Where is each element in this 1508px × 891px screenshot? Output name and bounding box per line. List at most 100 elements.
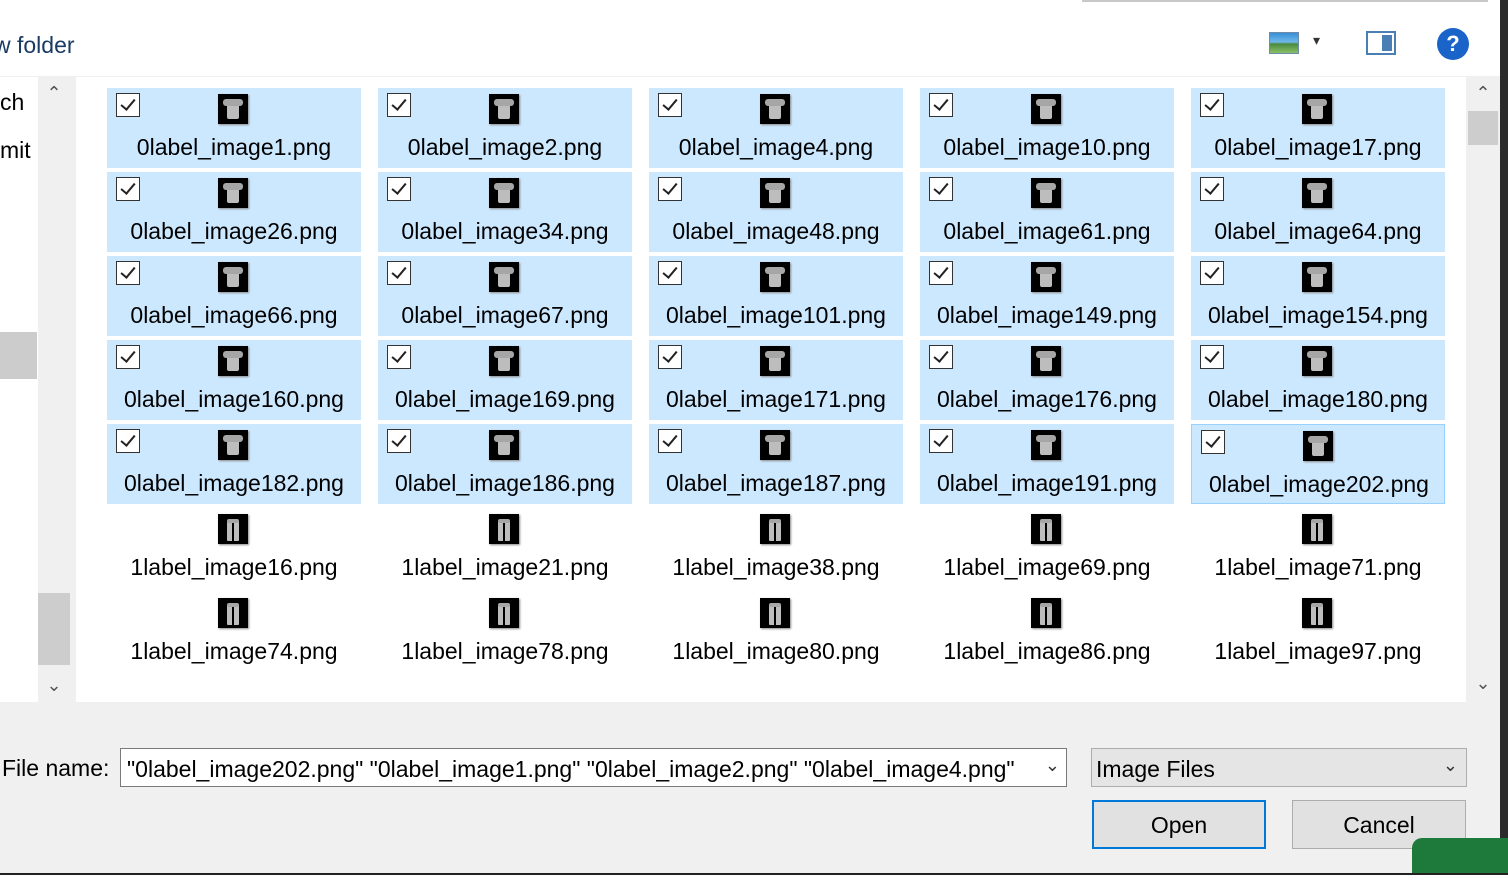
file-item[interactable]: 0label_image186.png xyxy=(378,424,632,504)
chevron-down-icon[interactable]: ⌄ xyxy=(1443,755,1458,776)
nav-scroll-thumb[interactable] xyxy=(38,593,70,665)
scroll-up-icon[interactable]: ⌃ xyxy=(38,83,70,104)
checkbox-icon[interactable] xyxy=(116,345,140,369)
checkbox-icon[interactable] xyxy=(658,261,682,285)
file-item[interactable]: 0label_image64.png xyxy=(1191,172,1445,252)
filename-value[interactable]: "0label_image202.png" "0label_image1.png… xyxy=(127,756,1027,783)
checkbox-icon[interactable] xyxy=(116,93,140,117)
checkbox-icon[interactable] xyxy=(387,177,411,201)
chevron-down-icon[interactable]: ⌄ xyxy=(1045,755,1060,776)
file-list-scroll-thumb[interactable] xyxy=(1468,111,1498,145)
file-item[interactable]: 0label_image169.png xyxy=(378,340,632,420)
file-item[interactable]: 0label_image149.png xyxy=(920,256,1174,336)
file-name: 0label_image187.png xyxy=(666,470,886,496)
checkbox-icon[interactable] xyxy=(1201,430,1225,454)
checkbox-icon[interactable] xyxy=(929,429,953,453)
checkbox-icon[interactable] xyxy=(1200,177,1224,201)
file-item[interactable]: 0label_image48.png xyxy=(649,172,903,252)
checkbox-icon[interactable] xyxy=(658,93,682,117)
file-item[interactable]: 0label_image10.png xyxy=(920,88,1174,168)
file-item[interactable]: 0label_image180.png xyxy=(1191,340,1445,420)
file-item[interactable]: 1label_image86.png xyxy=(920,592,1174,672)
image-thumbnail xyxy=(218,598,248,628)
checkbox-icon[interactable] xyxy=(387,261,411,285)
nav-selected-item[interactable] xyxy=(0,332,37,379)
image-thumbnail xyxy=(1031,178,1061,208)
file-item[interactable]: 0label_image154.png xyxy=(1191,256,1445,336)
file-item[interactable]: 0label_image67.png xyxy=(378,256,632,336)
file-item[interactable]: 0label_image17.png xyxy=(1191,88,1445,168)
image-thumbnail xyxy=(489,430,519,460)
file-item[interactable]: 1label_image16.png xyxy=(107,508,361,588)
scroll-down-icon[interactable]: ⌄ xyxy=(1467,673,1499,694)
image-thumbnail xyxy=(218,514,248,544)
file-item[interactable]: 1label_image78.png xyxy=(378,592,632,672)
checkbox-icon[interactable] xyxy=(1200,93,1224,117)
view-options-icon[interactable] xyxy=(1269,32,1299,54)
file-name: 0label_image61.png xyxy=(943,218,1151,244)
checkbox-icon[interactable] xyxy=(387,345,411,369)
file-item[interactable]: 0label_image182.png xyxy=(107,424,361,504)
file-item[interactable]: 0label_image26.png xyxy=(107,172,361,252)
scroll-up-icon[interactable]: ⌃ xyxy=(1467,83,1499,104)
file-item[interactable]: 0label_image176.png xyxy=(920,340,1174,420)
file-item[interactable]: 0label_image66.png xyxy=(107,256,361,336)
file-item[interactable]: 1label_image38.png xyxy=(649,508,903,588)
file-item[interactable]: 1label_image71.png xyxy=(1191,508,1445,588)
image-thumbnail xyxy=(1302,346,1332,376)
file-item[interactable]: 1label_image80.png xyxy=(649,592,903,672)
checkbox-icon[interactable] xyxy=(658,429,682,453)
file-type-select[interactable]: Image Files ⌄ xyxy=(1091,748,1467,787)
search-box-edge[interactable] xyxy=(1082,0,1488,2)
checkbox-icon[interactable] xyxy=(929,345,953,369)
nav-scrollbar[interactable]: ⌃ ⌄ xyxy=(38,77,70,702)
checkbox-icon[interactable] xyxy=(658,345,682,369)
file-name: 0label_image176.png xyxy=(937,386,1157,412)
file-list-scrollbar[interactable]: ⌃ ⌄ xyxy=(1466,77,1500,702)
file-item[interactable]: 0label_image4.png xyxy=(649,88,903,168)
help-icon[interactable]: ? xyxy=(1437,28,1469,60)
image-thumbnail xyxy=(760,262,790,292)
file-item[interactable]: 1label_image21.png xyxy=(378,508,632,588)
checkbox-icon[interactable] xyxy=(929,177,953,201)
scroll-down-icon[interactable]: ⌄ xyxy=(38,675,70,696)
file-item[interactable]: 0label_image61.png xyxy=(920,172,1174,252)
image-thumbnail xyxy=(218,262,248,292)
filename-input[interactable]: "0label_image202.png" "0label_image1.png… xyxy=(120,748,1067,787)
new-folder-button[interactable]: w folder xyxy=(0,32,75,59)
checkbox-icon[interactable] xyxy=(116,261,140,285)
checkbox-icon[interactable] xyxy=(1200,345,1224,369)
image-thumbnail xyxy=(218,94,248,124)
checkbox-icon[interactable] xyxy=(929,93,953,117)
checkbox-icon[interactable] xyxy=(387,93,411,117)
file-name: 0label_image26.png xyxy=(130,218,338,244)
file-item[interactable]: 0label_image34.png xyxy=(378,172,632,252)
file-item[interactable]: 0label_image171.png xyxy=(649,340,903,420)
file-item[interactable]: 1label_image74.png xyxy=(107,592,361,672)
open-button[interactable]: Open xyxy=(1092,800,1266,849)
preview-pane-icon[interactable] xyxy=(1366,31,1396,55)
file-item[interactable]: 1label_image97.png xyxy=(1191,592,1445,672)
image-thumbnail xyxy=(760,178,790,208)
file-item[interactable]: 0label_image187.png xyxy=(649,424,903,504)
file-item[interactable]: 0label_image1.png xyxy=(107,88,361,168)
checkbox-icon[interactable] xyxy=(658,177,682,201)
checkbox-icon[interactable] xyxy=(116,177,140,201)
checkbox-icon[interactable] xyxy=(1200,261,1224,285)
chevron-down-icon[interactable]: ▾ xyxy=(1313,32,1320,49)
nav-item[interactable]: mit xyxy=(0,137,31,164)
file-item[interactable]: 0label_image101.png xyxy=(649,256,903,336)
file-item[interactable]: 0label_image2.png xyxy=(378,88,632,168)
image-thumbnail xyxy=(218,430,248,460)
file-name: 0label_image182.png xyxy=(124,470,344,496)
file-item[interactable]: 1label_image69.png xyxy=(920,508,1174,588)
file-item[interactable]: 0label_image160.png xyxy=(107,340,361,420)
image-thumbnail xyxy=(760,430,790,460)
checkbox-icon[interactable] xyxy=(116,429,140,453)
file-name: 0label_image180.png xyxy=(1208,386,1428,412)
checkbox-icon[interactable] xyxy=(387,429,411,453)
nav-item[interactable]: ch xyxy=(0,89,24,116)
checkbox-icon[interactable] xyxy=(929,261,953,285)
file-item[interactable]: 0label_image191.png xyxy=(920,424,1174,504)
file-item[interactable]: 0label_image202.png xyxy=(1191,424,1445,504)
